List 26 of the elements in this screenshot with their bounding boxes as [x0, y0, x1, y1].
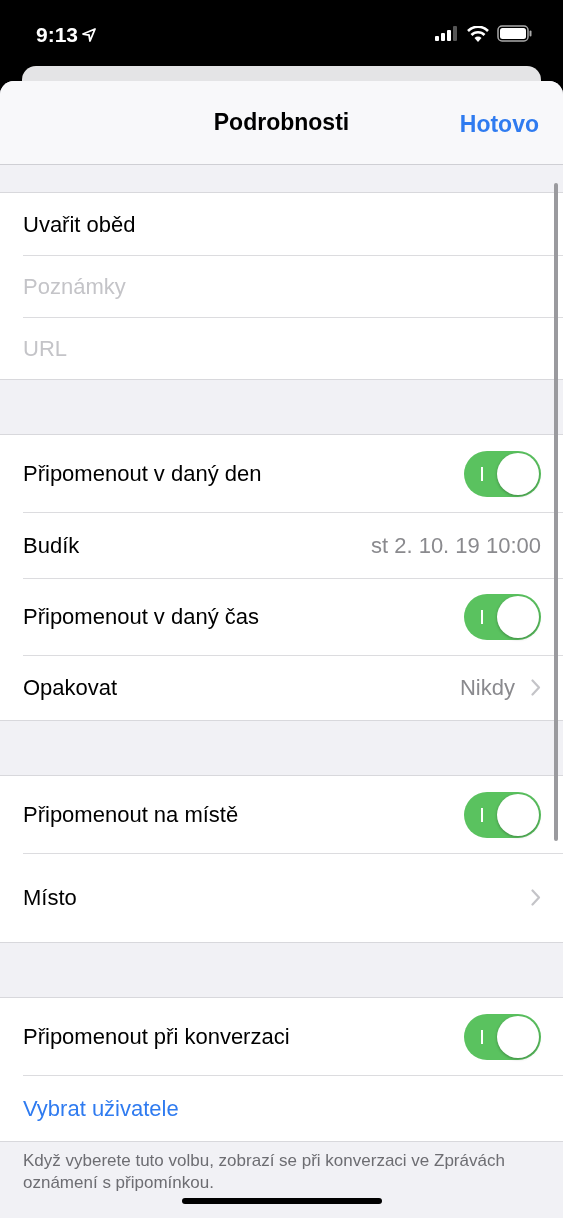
toggle-switch[interactable]	[464, 1013, 541, 1060]
done-button[interactable]: Hotovo	[459, 107, 539, 142]
scroll-bar[interactable]	[554, 183, 558, 841]
row-link[interactable]: Vybrat uživatele	[23, 1091, 179, 1125]
location-arrow-icon	[82, 28, 97, 42]
row-label: Připomenout v daný den	[23, 460, 262, 488]
row-label: Připomenout v daný čas	[23, 603, 260, 631]
text-field[interactable]: Uvařit oběd	[23, 207, 136, 241]
battery-icon	[497, 25, 533, 42]
row-label: Místo	[23, 884, 77, 912]
footer-note: Když vyberete tuto volbu, zobrazí se při konverzaci ve Zprávách oznámení s připomínkou.	[22, 1150, 506, 1194]
wifi-icon	[467, 25, 489, 42]
toggle-switch[interactable]	[464, 791, 541, 838]
row-label: Budík	[23, 531, 80, 560]
signal-icon	[435, 26, 459, 41]
row-label: Připomenout na místě	[23, 801, 239, 829]
toggle-switch[interactable]	[464, 593, 541, 640]
chevron-icon[interactable]	[531, 679, 541, 696]
toggle-switch[interactable]	[464, 450, 541, 497]
row-label: Připomenout při konverzaci	[23, 1023, 290, 1051]
row-label: Opakovat	[23, 674, 118, 702]
status-time: 9:13	[36, 22, 79, 48]
row-value[interactable]: st 2. 10. 19 10:00	[370, 528, 541, 562]
row-value: Nikdy	[460, 674, 515, 702]
sheet-title: Podrobnosti	[213, 108, 350, 138]
chevron-icon[interactable]	[531, 889, 541, 906]
